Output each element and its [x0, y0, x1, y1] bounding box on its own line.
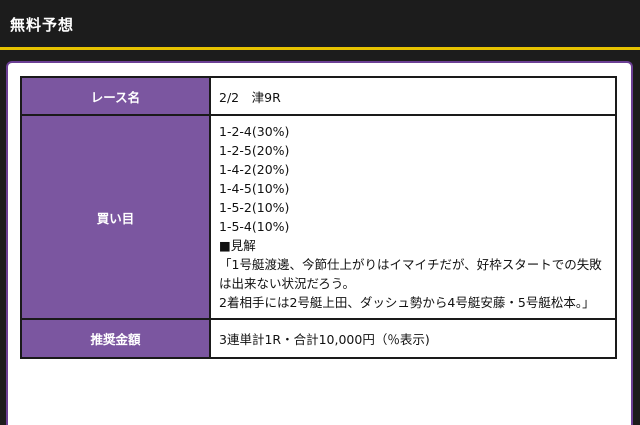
page-title: 無料予想: [10, 16, 75, 34]
bet-line: 1-2-5(20%): [219, 143, 290, 158]
race-name-label: レース名: [20, 76, 211, 116]
bet-line: 1-4-2(20%): [219, 162, 290, 177]
bets-cell: 1-2-4(30%) 1-2-5(20%) 1-4-2(20%) 1-4-5(1…: [209, 114, 617, 320]
bets-label: 買い目: [20, 114, 211, 320]
amount-value: 3連単計1R・合計10,000円（％表示): [209, 318, 617, 359]
forecast-panel: レース名 2/2 津9R 買い目 1-2-4(30%) 1-2-5(20%) 1…: [6, 61, 633, 425]
amount-label: 推奨金額: [20, 318, 211, 359]
bets-list: 1-2-4(30%) 1-2-5(20%) 1-4-2(20%) 1-4-5(1…: [219, 117, 615, 317]
forecast-table: レース名 2/2 津9R 買い目 1-2-4(30%) 1-2-5(20%) 1…: [20, 76, 617, 359]
bets-row: 買い目 1-2-4(30%) 1-2-5(20%) 1-4-2(20%) 1-4…: [20, 114, 617, 320]
race-name-value: 2/2 津9R: [209, 76, 617, 116]
bet-line: 1-4-5(10%): [219, 181, 290, 196]
comment-line: は出来ない状況だろう。: [219, 276, 356, 291]
bet-line: 1-2-4(30%): [219, 124, 290, 139]
comment-heading: ■見解: [219, 238, 256, 253]
comment-line: 2着相手には2号艇上田、ダッシュ勢から4号艇安藤・5号艇松本。」: [219, 295, 595, 310]
bet-line: 1-5-4(10%): [219, 219, 290, 234]
amount-row: 推奨金額 3連単計1R・合計10,000円（％表示): [20, 318, 617, 359]
page-header: 無料予想: [0, 0, 640, 50]
race-row: レース名 2/2 津9R: [20, 76, 617, 116]
bet-line: 1-5-2(10%): [219, 200, 290, 215]
comment-line: 「1号艇渡邊、今節仕上がりはイマイチだが、好枠スタートでの失敗: [219, 257, 602, 272]
